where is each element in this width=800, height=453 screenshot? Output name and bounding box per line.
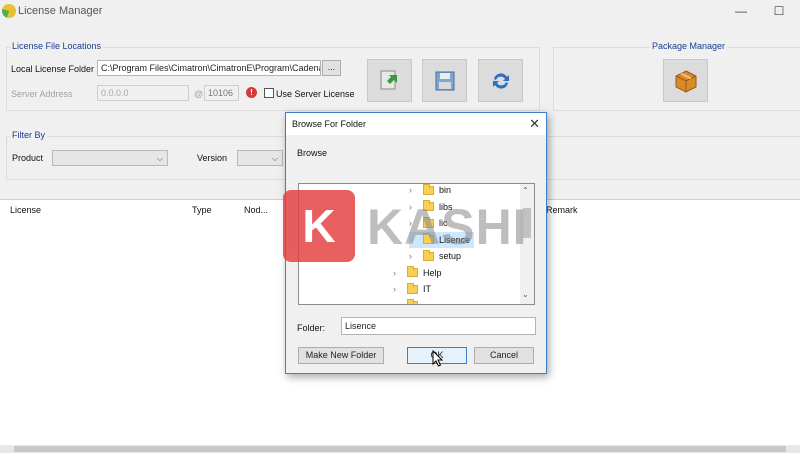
version-label: Version [197,153,228,163]
app-logo-icon [2,4,16,18]
save-disk-icon [435,71,454,90]
column-header-remark[interactable]: Remark [546,205,578,215]
license-file-locations-title: License File Locations [10,41,104,51]
port-at-symbol: @ [194,89,204,99]
make-new-folder-button[interactable]: Make New Folder [298,347,384,364]
folder-icon [407,266,418,277]
import-license-button[interactable] [367,59,412,102]
browse-folder-button[interactable]: ... [322,60,341,76]
error-icon: ! [246,87,257,98]
chevron-right-icon[interactable]: › [409,185,419,195]
use-server-license-label: Use Server License [276,89,355,99]
save-license-button[interactable] [422,59,467,102]
tree-item[interactable]: › IT [393,281,435,297]
maximize-button[interactable]: ☐ [764,2,794,20]
scrollbar-thumb[interactable] [14,446,786,452]
refresh-icon [492,72,509,89]
column-header-license[interactable]: License [10,205,41,215]
chevron-down-icon: ⌵ [156,154,163,163]
import-license-icon [380,70,397,89]
tree-item[interactable]: › bin [409,184,455,198]
local-license-folder-input[interactable]: C:\Program Files\Cimatron\CimatronE\Prog… [97,60,321,76]
server-address-label: Server Address [11,89,73,99]
package-manager-title: Package Manager [650,41,728,51]
tree-item-label: Help [423,267,442,278]
folder-label: Folder: [297,323,326,333]
horizontal-scrollbar[interactable] [0,445,800,453]
column-header-type[interactable]: Type [192,205,212,215]
package-box-icon [675,69,696,93]
title-bar: License Manager — ☐ [0,0,800,22]
tree-item-label: ... [423,301,431,305]
scroll-down-icon[interactable]: ⌄ [522,290,529,299]
scroll-up-icon[interactable]: ⌃ [522,186,529,195]
filter-by-title: Filter By [10,130,48,140]
tree-item-label: IT [423,284,431,294]
server-address-input[interactable]: 0.0.0.0 [97,85,189,101]
local-license-folder-label: Local License Folder [11,64,95,74]
chevron-right-icon[interactable]: › [393,268,403,278]
watermark-text: KASHI [367,199,528,255]
folder-icon [407,299,418,304]
chevron-right-icon[interactable]: › [393,284,403,294]
watermark-logo: K [283,190,355,262]
dialog-title-bar: Browse For Folder ✕ [286,113,546,135]
mouse-cursor-icon [432,350,444,367]
use-server-license-checkbox[interactable] [264,88,274,98]
chevron-down-icon: ⌵ [271,154,278,163]
tree-item[interactable]: › Help [393,265,446,281]
column-header-nodes[interactable]: Nod... [244,205,268,215]
dialog-title: Browse For Folder [292,119,367,129]
window-title: License Manager [18,5,103,17]
chevron-right-icon[interactable]: › [393,301,403,305]
cancel-button[interactable]: Cancel [474,347,534,364]
package-manager-button[interactable] [663,59,708,102]
version-dropdown[interactable]: ⌵ [237,150,283,166]
dialog-prompt: Browse [297,148,328,158]
folder-name-input[interactable]: Lisence [341,317,536,335]
tree-item-label: bin [439,185,452,195]
tree-item[interactable]: ›... [393,298,435,305]
folder-icon [423,184,434,195]
product-label: Product [12,153,44,163]
folder-icon [407,282,418,294]
minimize-button[interactable]: — [726,2,756,20]
product-dropdown[interactable]: ⌵ [52,150,168,166]
refresh-button[interactable] [478,59,523,102]
close-icon[interactable]: ✕ [529,116,540,132]
port-input[interactable]: 10106 [204,85,239,101]
